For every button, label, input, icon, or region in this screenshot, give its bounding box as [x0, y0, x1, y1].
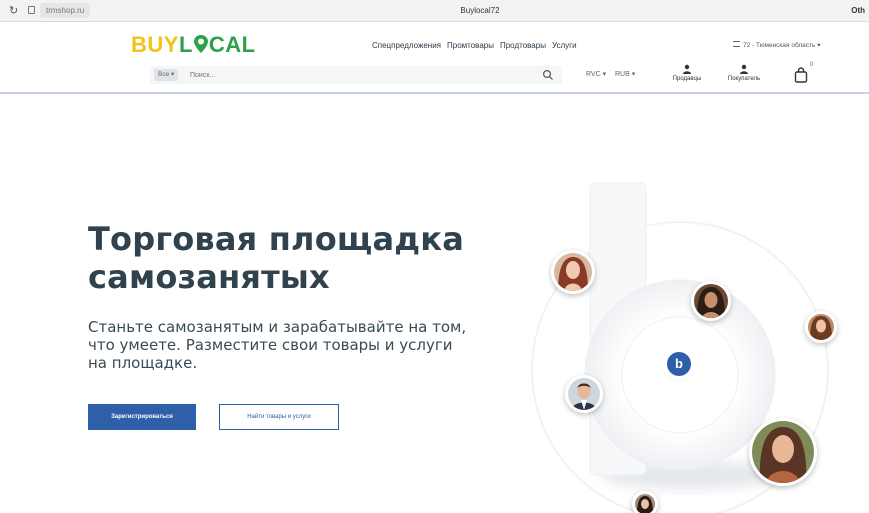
- search-icon[interactable]: [542, 69, 554, 81]
- user-icon: [683, 64, 691, 74]
- search-bar: Все ▾: [150, 66, 562, 84]
- reload-icon[interactable]: ↻: [9, 4, 18, 18]
- search-input[interactable]: [190, 68, 530, 82]
- main-nav: Спецпредложения Промтовары Продтовары Ус…: [372, 40, 577, 52]
- currency-select-rvc[interactable]: RVC ▾: [586, 70, 606, 80]
- avatar-woman-right: [805, 311, 837, 343]
- avatar-woman-long-hair: [749, 418, 817, 486]
- register-button[interactable]: Зарегистрироваться: [88, 404, 196, 430]
- buylocal-logo[interactable]: BUYL CAL: [131, 30, 256, 60]
- nav-item-food-goods[interactable]: Продтовары: [500, 40, 546, 52]
- search-category-select[interactable]: Все ▾: [154, 69, 179, 81]
- hero-title: Торговая площадка самозанятых: [88, 220, 528, 296]
- hero-subtitle: Станьте самозанятым и зарабатывайте на т…: [88, 318, 467, 372]
- avatar-woman-red-hair: [551, 250, 595, 294]
- hero-title-line-2: самозанятых: [88, 258, 330, 296]
- currency-select-rub[interactable]: RUB ▾: [615, 70, 635, 80]
- tab-title: Buylocal72: [460, 6, 500, 15]
- cart-icon[interactable]: [794, 67, 808, 83]
- avatar-woman-dark-hair: [691, 281, 731, 321]
- avatar-man-suit: [565, 375, 603, 413]
- nav-item-industrial-goods[interactable]: Промтовары: [447, 40, 494, 52]
- cart-count-badge: 0: [810, 62, 814, 68]
- lock-icon: [28, 6, 35, 14]
- browser-toolbar: ↻ trmshop.ru Buylocal72 Oth: [0, 0, 869, 22]
- address-bar[interactable]: trmshop.ru: [40, 3, 91, 18]
- buyers-button[interactable]: Покупатель: [727, 64, 761, 83]
- find-goods-button[interactable]: Найти товары и услуги: [219, 404, 339, 430]
- brand-b-badge: b: [667, 352, 691, 376]
- region-selector[interactable]: 72 - Тюменская область ▾: [733, 40, 821, 52]
- user-icon: [740, 64, 748, 74]
- hero-title-line-1: Торговая площадка: [88, 220, 465, 258]
- site-header: BUYL CAL Спецпредложения Промтовары Продт…: [0, 22, 869, 94]
- menu-icon: [733, 41, 740, 47]
- nav-item-special-offers[interactable]: Спецпредложения: [372, 40, 441, 52]
- avatar-woman-bottom: [632, 491, 658, 513]
- browser-control[interactable]: Oth: [851, 4, 865, 18]
- sellers-button[interactable]: Продавцы: [670, 64, 704, 83]
- chevron-down-icon: ▾: [815, 42, 821, 49]
- location-pin-icon: [193, 35, 208, 53]
- nav-item-services[interactable]: Услуги: [552, 40, 577, 52]
